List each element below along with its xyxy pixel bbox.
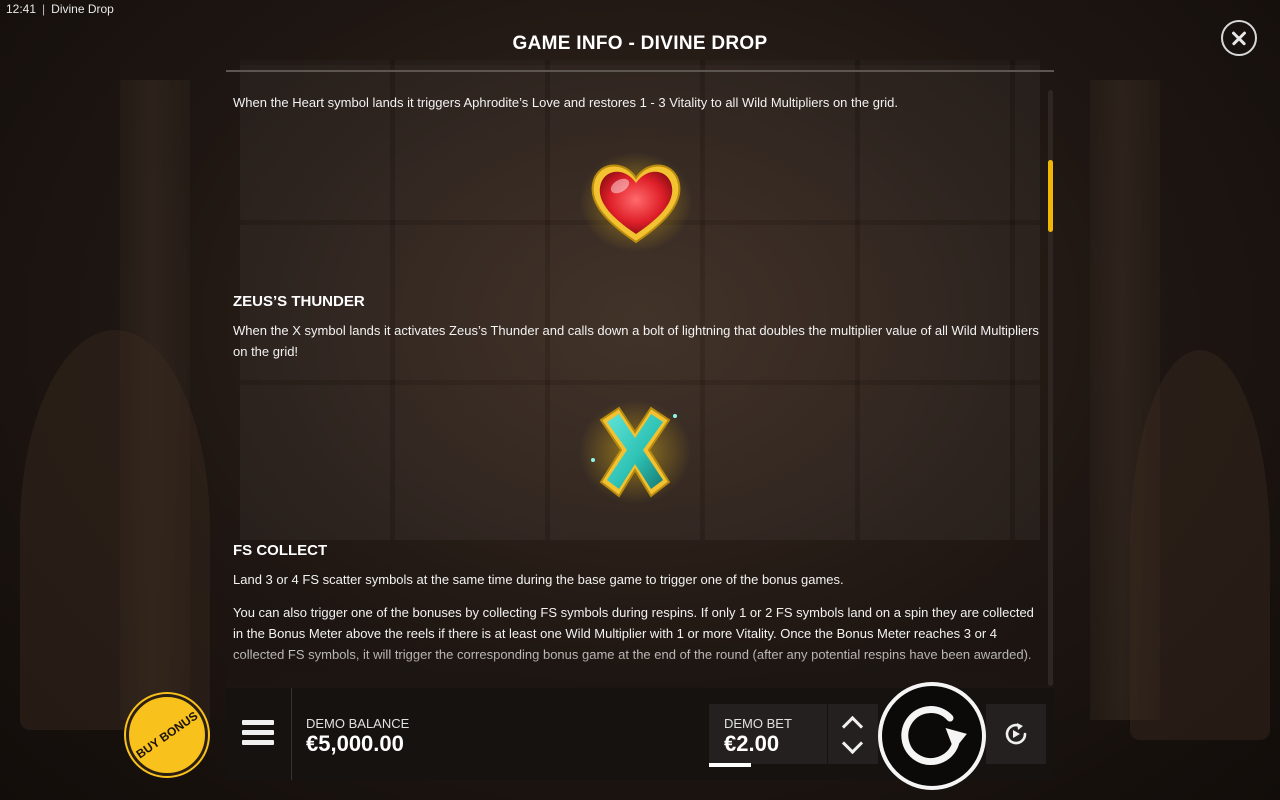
chevron-down-icon[interactable] bbox=[841, 732, 864, 755]
buy-bonus-button[interactable]: BUY BONUS bbox=[126, 694, 208, 776]
autoplay-button[interactable] bbox=[986, 704, 1046, 764]
status-app-name: Divine Drop bbox=[51, 2, 114, 16]
fs-collect-heading: FS COLLECT bbox=[233, 542, 328, 559]
spin-icon bbox=[901, 706, 967, 766]
spin-button[interactable] bbox=[878, 682, 986, 790]
content-fade bbox=[226, 640, 1054, 688]
status-separator: | bbox=[42, 2, 46, 16]
bet-label: DEMO BET bbox=[724, 716, 792, 731]
content-scrollbar[interactable] bbox=[1048, 90, 1053, 686]
background-figure-right bbox=[1130, 350, 1270, 740]
bar-divider bbox=[291, 688, 292, 780]
heart-description: When the Heart symbol lands it triggers … bbox=[233, 95, 898, 110]
bet-underline bbox=[709, 763, 751, 767]
bet-stepper bbox=[828, 704, 878, 764]
background-column-right bbox=[1090, 80, 1160, 720]
zeus-thunder-heading: ZEUS’S THUNDER bbox=[233, 293, 365, 310]
info-content: When the Heart symbol lands it triggers … bbox=[233, 86, 1043, 686]
autoplay-icon bbox=[1005, 723, 1027, 745]
zeus-thunder-description: When the X symbol lands it activates Zeu… bbox=[233, 323, 1039, 359]
close-icon[interactable] bbox=[1221, 20, 1257, 56]
menu-icon[interactable] bbox=[242, 720, 274, 752]
page-title: GAME INFO - DIVINE DROP bbox=[512, 33, 768, 54]
buy-bonus-label: BUY BONUS bbox=[133, 708, 201, 761]
balance-label: DEMO BALANCE bbox=[306, 716, 410, 731]
info-header: GAME INFO - DIVINE DROP bbox=[226, 30, 1054, 72]
status-time: 12:41 bbox=[6, 2, 37, 16]
background-column-left bbox=[120, 80, 190, 720]
x-symbol-icon bbox=[579, 400, 691, 504]
status-bar: 12:41 | Divine Drop bbox=[6, 2, 114, 16]
fs-collect-description-1: Land 3 or 4 FS scatter symbols at the sa… bbox=[233, 572, 844, 587]
bet-value: €2.00 bbox=[724, 731, 780, 756]
heart-symbol-icon bbox=[580, 152, 692, 252]
scrollbar-thumb[interactable] bbox=[1048, 160, 1053, 232]
background-figure-left bbox=[20, 330, 210, 730]
bet-display[interactable]: DEMO BET €2.00 bbox=[709, 704, 827, 767]
balance-value: €5,000.00 bbox=[306, 731, 404, 756]
header-divider bbox=[226, 70, 1054, 72]
